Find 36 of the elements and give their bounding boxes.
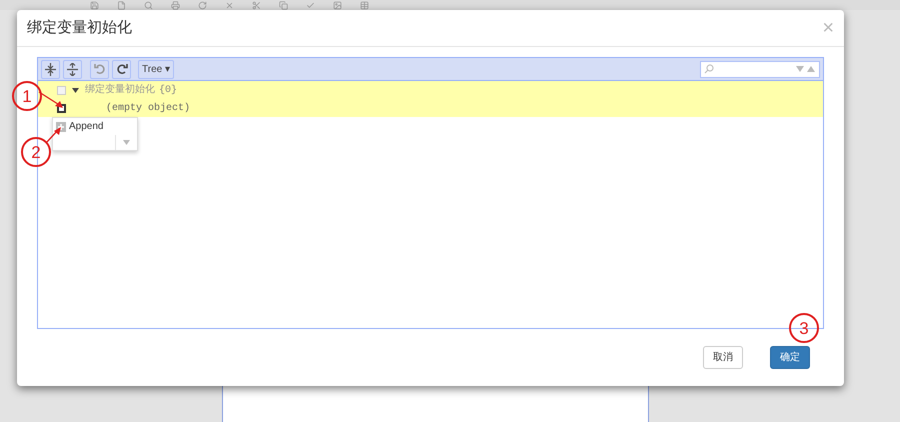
expand-toggle-icon[interactable] [72,86,79,94]
expand-icon [45,62,56,76]
redo-icon [116,63,128,75]
cancel-button[interactable]: 取消 [703,346,743,369]
annotation-arrow [38,91,65,110]
drag-handle-icon[interactable] [57,86,66,94]
toolbar-icon[interactable] [279,0,288,10]
caret-icon [123,140,130,145]
search-icon [704,64,714,74]
search-arrows-icon [796,65,816,73]
collapse-icon [67,62,78,76]
confirm-button[interactable]: 确定 [770,346,810,369]
toolbar-icon[interactable] [144,0,153,10]
toolbar-icon[interactable] [306,0,315,10]
undo-icon [94,63,106,75]
toolbar-icon[interactable] [90,0,99,10]
annotation-number: 1 [12,81,42,111]
toolbar-icon[interactable] [198,0,207,10]
toolbar-icon[interactable] [225,0,234,10]
toolbar-icon[interactable] [252,0,261,10]
annotation-number: 3 [789,313,819,343]
toolbar-icon[interactable] [333,0,342,10]
annotation-number: 2 [21,137,51,167]
search-field[interactable] [700,60,820,78]
redo-button[interactable] [112,60,131,78]
toolbar-icon[interactable] [360,0,369,10]
collapse-all-button[interactable] [63,60,82,78]
empty-object-label: (empty object) [106,102,190,116]
node-key: 绑定变量初始化 [85,82,155,98]
toolbar-icon[interactable] [117,0,126,10]
expand-all-button[interactable] [41,60,60,78]
toolbar-icon[interactable] [171,0,180,10]
node-count: {0} [159,84,178,98]
annotation-arrow [45,126,62,144]
dialog-title: 绑定变量初始化 [27,18,132,38]
mode-dropdown[interactable]: Tree ▾ [138,60,174,78]
